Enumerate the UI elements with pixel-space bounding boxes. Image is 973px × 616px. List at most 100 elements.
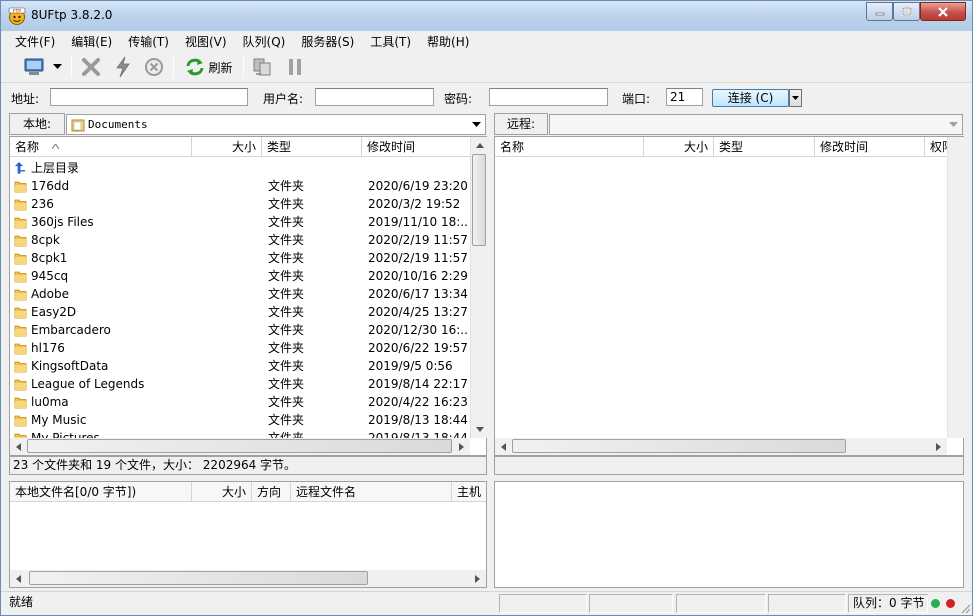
scroll-right-arrow[interactable] (930, 438, 947, 455)
pause-button[interactable] (283, 55, 307, 79)
address-label: 地址: (11, 92, 40, 106)
site-manager-button[interactable] (21, 55, 47, 79)
file-modified: 2020/2/19 11:57 (368, 251, 468, 265)
queue-col-size[interactable]: 大小 (192, 482, 252, 502)
local-label: 本地: (9, 113, 65, 135)
close-button[interactable] (920, 2, 966, 21)
queue-col-host[interactable]: 主机 (452, 482, 488, 502)
local-vscroll-thumb[interactable] (472, 154, 486, 246)
table-row[interactable]: Adobe 文件夹 2020/6/17 13:34 (10, 285, 470, 303)
menu-edit[interactable]: 编辑(E) (63, 31, 120, 51)
remote-horizontal-scrollbar[interactable] (495, 438, 947, 455)
table-row[interactable]: 176dd 文件夹 2020/6/19 23:20 (10, 177, 470, 195)
connect-button[interactable]: 连接 (C) (712, 89, 789, 107)
folder-icon (14, 289, 27, 301)
remote-path-combo[interactable] (549, 114, 963, 135)
table-row[interactable]: 945cq 文件夹 2020/10/16 2:29 (10, 267, 470, 285)
caret-down-icon (472, 121, 481, 127)
table-row[interactable]: 8cpk1 文件夹 2020/2/19 11:57 (10, 249, 470, 267)
file-modified: 2020/4/25 13:27 (368, 305, 468, 319)
folder-icon (14, 199, 27, 211)
disconnect-button[interactable] (79, 55, 103, 79)
title-bar[interactable]: FTP 8UFtp 3.8.2.0 (1, 1, 972, 31)
queue-col-remote-name[interactable]: 远程文件名 (291, 482, 452, 502)
remote-col-type[interactable]: 类型 (714, 137, 815, 157)
remote-path-dropdown[interactable] (946, 116, 961, 133)
remote-vertical-scrollbar[interactable] (947, 137, 964, 438)
table-row[interactable]: 360js Files 文件夹 2019/11/10 18:... (10, 213, 470, 231)
local-col-name[interactable]: 名称 (10, 137, 192, 157)
connect-dropdown[interactable] (789, 89, 802, 107)
menu-tools[interactable]: 工具(T) (362, 31, 419, 51)
table-row[interactable]: Embarcadero 文件夹 2020/12/30 16:... (10, 321, 470, 339)
scroll-left-arrow[interactable] (495, 438, 512, 455)
local-col-size[interactable]: 大小 (192, 137, 262, 157)
menu-transfer[interactable]: 传输(T) (120, 31, 177, 51)
queue-col-direction[interactable]: 方向 (252, 482, 291, 502)
menu-help[interactable]: 帮助(H) (419, 31, 477, 51)
remote-col-modified[interactable]: 修改时间 (815, 137, 925, 157)
remote-hscroll-thumb[interactable] (512, 439, 846, 453)
resize-grip-icon[interactable] (959, 602, 971, 614)
menu-queue[interactable]: 队列(Q) (235, 31, 294, 51)
menu-view[interactable]: 视图(V) (177, 31, 235, 51)
file-modified: 2020/2/19 11:57 (368, 233, 468, 247)
file-name: 945cq (31, 269, 69, 283)
file-name: 176dd (31, 179, 70, 193)
table-row[interactable]: 8cpk 文件夹 2020/2/19 11:57 (10, 231, 470, 249)
remote-col-size[interactable]: 大小 (644, 137, 714, 157)
file-name: My Pictures (31, 431, 100, 438)
local-path-bar: 本地: Documents (9, 113, 487, 137)
file-modified: 2019/8/13 18:44 (368, 431, 468, 438)
minimize-button[interactable] (866, 2, 893, 21)
maximize-button[interactable] (893, 2, 920, 21)
local-vertical-scrollbar[interactable] (470, 137, 487, 438)
queue-col-local-name[interactable]: 本地文件名[0/0 字节]) (10, 482, 192, 502)
scroll-right-arrow[interactable] (469, 570, 486, 587)
scroll-up-arrow[interactable] (471, 137, 488, 154)
scroll-right-arrow[interactable] (453, 438, 470, 455)
table-row[interactable]: My Music 文件夹 2019/8/13 18:44 (10, 411, 470, 429)
password-input[interactable] (489, 88, 608, 106)
file-type: 文件夹 (268, 233, 305, 247)
menu-server[interactable]: 服务器(S) (293, 31, 362, 51)
queue-hscroll-thumb[interactable] (29, 571, 368, 585)
refresh-button[interactable]: 刷新 (181, 55, 237, 79)
port-input[interactable] (666, 88, 703, 106)
local-path-combo[interactable]: Documents (66, 114, 486, 135)
menu-file[interactable]: 文件(F) (7, 31, 63, 51)
table-row[interactable]: 236 文件夹 2020/3/2 19:52 (10, 195, 470, 213)
file-modified: 2020/3/2 19:52 (368, 197, 461, 211)
address-input[interactable] (50, 88, 248, 106)
site-manager-dropdown[interactable] (49, 55, 65, 79)
file-type: 文件夹 (268, 377, 305, 391)
scroll-down-arrow[interactable] (471, 421, 488, 438)
table-row[interactable]: Easy2D 文件夹 2020/4/25 13:27 (10, 303, 470, 321)
local-col-modified[interactable]: 修改时间 (362, 137, 470, 157)
table-row[interactable]: hl176 文件夹 2020/6/22 19:57 (10, 339, 470, 357)
table-row[interactable]: KingsoftData 文件夹 2019/9/5 0:56 (10, 357, 470, 375)
quick-connect-button[interactable] (111, 55, 135, 79)
scroll-left-arrow[interactable] (10, 570, 27, 587)
port-label: 端口: (622, 92, 651, 106)
computer-icon (24, 58, 44, 75)
remote-col-name[interactable]: 名称 (495, 137, 644, 157)
local-path-text: Documents (88, 118, 148, 131)
lightning-icon (116, 56, 130, 78)
local-path-dropdown[interactable] (469, 116, 484, 133)
local-col-type[interactable]: 类型 (262, 137, 362, 157)
table-row[interactable]: League of Legends 文件夹 2019/8/14 22:17 (10, 375, 470, 393)
sync-browse-button[interactable] (249, 55, 275, 79)
queue-horizontal-scrollbar[interactable] (10, 570, 486, 587)
stop-button[interactable] (142, 55, 166, 79)
file-type: 文件夹 (268, 341, 305, 355)
file-name: 8cpk (31, 233, 60, 247)
table-row[interactable]: My Pictures 文件夹 2019/8/13 18:44 (10, 429, 470, 438)
up-directory-row[interactable]: 上层目录 (10, 159, 470, 177)
local-horizontal-scrollbar[interactable] (10, 438, 470, 455)
table-row[interactable]: lu0ma 文件夹 2020/4/22 16:23 (10, 393, 470, 411)
scroll-left-arrow[interactable] (10, 438, 27, 455)
local-hscroll-thumb[interactable] (27, 439, 452, 453)
file-type: 文件夹 (268, 269, 305, 283)
username-input[interactable] (315, 88, 434, 106)
